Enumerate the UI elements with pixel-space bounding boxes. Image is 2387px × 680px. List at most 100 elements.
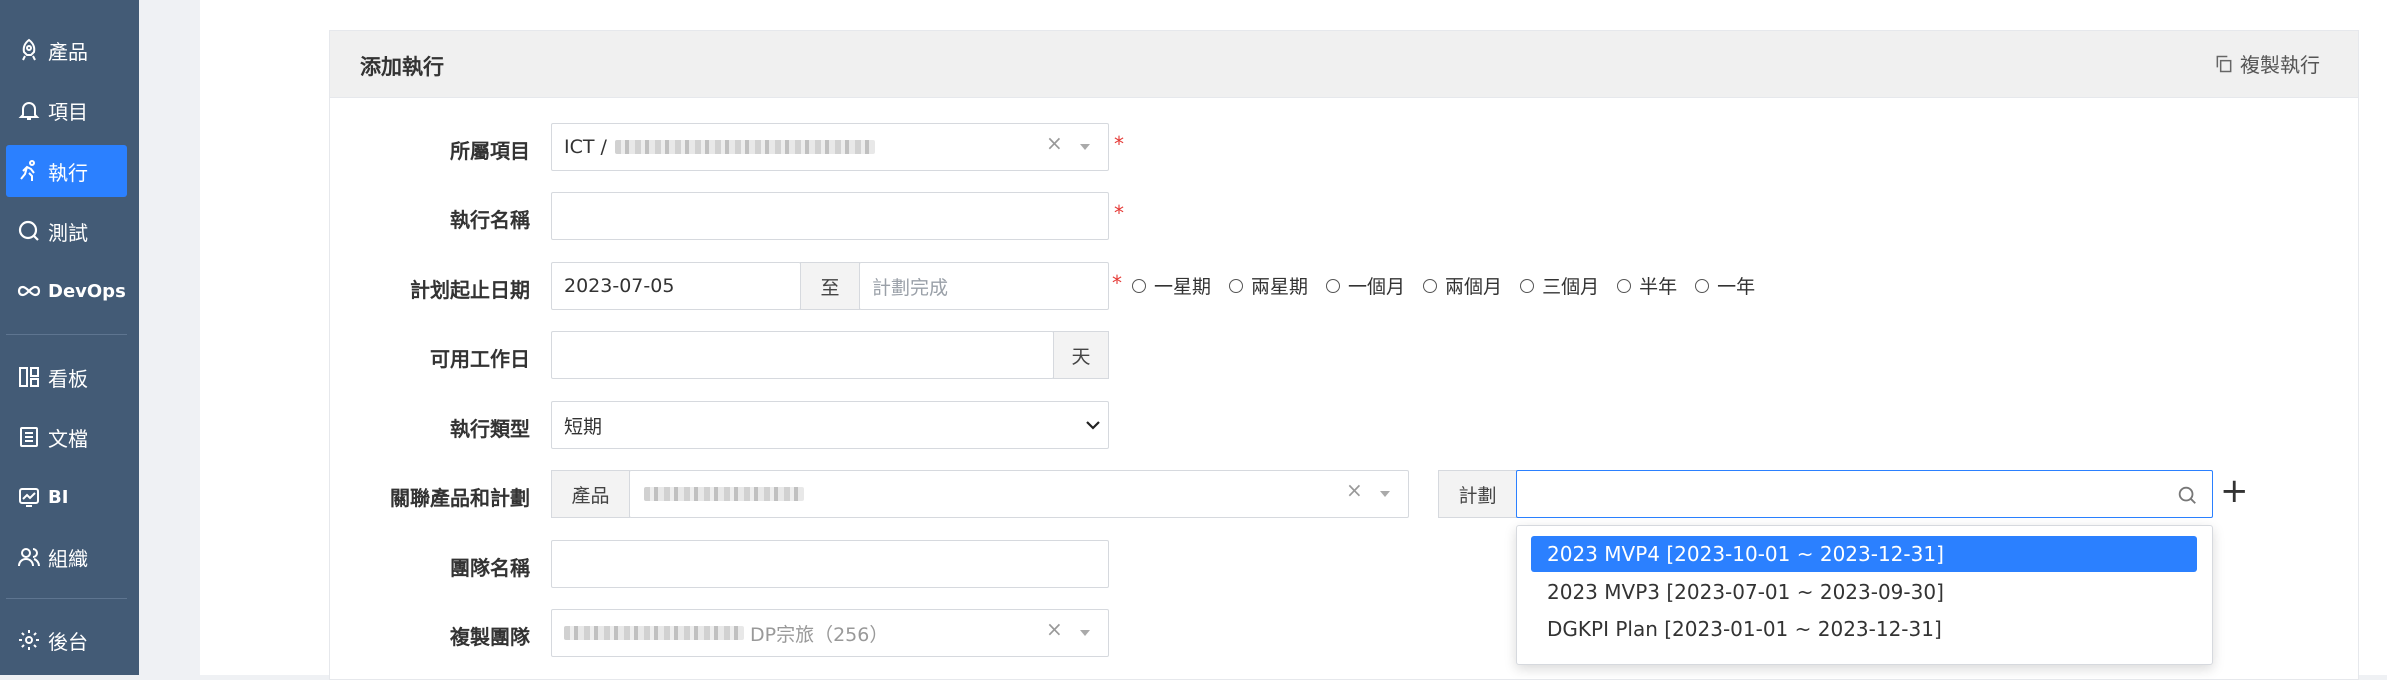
duration-label: 兩個月 — [1445, 276, 1503, 298]
copy-icon — [2216, 55, 2232, 72]
runner-icon — [16, 158, 42, 184]
days-unit-addon: 天 — [1053, 331, 1109, 379]
copy-execution-link[interactable]: 複製執行 — [2214, 49, 2320, 78]
required-marker: * — [1114, 132, 1124, 156]
panel-header: 添加執行 複製執行 — [330, 31, 2358, 98]
available-workdays-label: 可用工作日 — [430, 347, 530, 371]
redacted-text — [614, 140, 875, 154]
begin-date-input[interactable]: 2023-07-05 — [551, 262, 801, 310]
radio-circle — [1423, 278, 1438, 293]
plan-option[interactable]: 2023 MVP4 [2023-10-01 ~ 2023-12-31] — [1531, 536, 2197, 572]
sidebar-item-bi[interactable]: BI — [6, 471, 127, 523]
radio-circle — [1132, 278, 1146, 293]
sidebar-item-admin[interactable]: 後台 — [6, 614, 127, 666]
duration-three-months[interactable]: 三個月 — [1520, 272, 1599, 299]
copy-team-select[interactable]: DP宗旅（256） — [551, 609, 1109, 657]
end-date-input[interactable]: 計劃完成 — [859, 262, 1109, 310]
plan-dropdown: 2023 MVP4 [2023-10-01 ~ 2023-12-31] 2023… — [1516, 525, 2213, 665]
duration-half-year[interactable]: 半年 — [1617, 272, 1677, 299]
execution-name-input[interactable] — [551, 192, 1109, 240]
plan-addon: 計劃 — [1438, 470, 1517, 518]
execution-type-value: 短期 — [564, 415, 603, 438]
sidebar-item-org[interactable]: 組織 — [6, 531, 127, 583]
execution-type-label: 執行類型 — [450, 417, 530, 441]
bell-icon — [16, 97, 42, 123]
project-label: 所屬項目 — [450, 139, 530, 163]
clear-copy-team-icon[interactable]: × — [1046, 617, 1063, 641]
execution-name-label: 執行名稱 — [450, 208, 530, 232]
required-marker: * — [1114, 201, 1124, 225]
radio-circle — [1617, 278, 1632, 293]
clear-product-icon[interactable]: × — [1346, 478, 1363, 502]
redacted-text — [564, 626, 744, 640]
project-select[interactable]: ICT / — [551, 123, 1109, 171]
clear-project-icon[interactable]: × — [1046, 131, 1063, 155]
sidebar-item-label: DevOps — [48, 280, 126, 302]
linked-products-plans-label: 關聯產品和計劃 — [390, 486, 530, 510]
end-date-placeholder: 計劃完成 — [872, 276, 949, 299]
add-plan-button[interactable]: + — [2220, 474, 2249, 508]
radio-circle — [1326, 278, 1341, 293]
radio-circle — [1520, 278, 1535, 293]
sidebar-item-label: 測試 — [48, 220, 88, 245]
duration-radio-group: 一星期 兩星期 一個月 兩個月 三個月 半年 一年 — [1132, 272, 1773, 299]
sidebar-item-label: 看板 — [48, 366, 88, 391]
team-name-input[interactable] — [551, 540, 1109, 588]
execution-type-select[interactable]: 短期 — [551, 401, 1109, 449]
magnifier-icon — [16, 218, 42, 244]
duration-label: 一個月 — [1348, 276, 1406, 298]
duration-one-month[interactable]: 一個月 — [1326, 272, 1405, 299]
users-icon — [16, 544, 42, 570]
sidebar-item-label: 執行 — [48, 160, 88, 185]
copy-execution-label: 複製執行 — [2240, 53, 2320, 77]
plan-search-input[interactable] — [1516, 470, 2213, 518]
sidebar-item-test[interactable]: 測試 — [6, 205, 127, 257]
sidebar-item-label: BI — [48, 486, 69, 508]
sidebar-item-label: 項目 — [48, 99, 88, 124]
sidebar-item-docs[interactable]: 文檔 — [6, 411, 127, 463]
duration-label: 半年 — [1639, 276, 1678, 298]
duration-label: 一年 — [1717, 276, 1756, 298]
chevron-down-icon — [1080, 144, 1090, 150]
search-icon — [2178, 486, 2196, 504]
product-select[interactable] — [629, 470, 1409, 518]
planned-dates-label: 計划起止日期 — [410, 278, 530, 302]
sidebar-divider — [6, 334, 127, 335]
sidebar-item-label: 文檔 — [48, 426, 88, 451]
team-name-label: 團隊名稱 — [450, 556, 530, 580]
duration-two-weeks[interactable]: 兩星期 — [1229, 272, 1308, 299]
project-select-value: ICT / — [564, 136, 607, 158]
product-addon: 產品 — [551, 470, 630, 518]
duration-two-months[interactable]: 兩個月 — [1423, 272, 1502, 299]
sidebar-divider — [6, 598, 127, 599]
plan-option[interactable]: DGKPI Plan [2023-01-01 ~ 2023-12-31] — [1531, 611, 2197, 647]
sidebar-item-product[interactable]: 產品 — [6, 24, 127, 76]
sidebar-item-top-partial[interactable] — [6, 0, 127, 26]
radio-circle — [1229, 278, 1244, 293]
sidebar-item-kanban[interactable]: 看板 — [6, 351, 127, 403]
begin-date-value: 2023-07-05 — [564, 275, 675, 297]
plan-option[interactable]: 2023 MVP3 [2023-07-01 ~ 2023-09-30] — [1531, 574, 2197, 610]
page-title: 添加執行 — [360, 55, 444, 79]
chevron-down-icon — [1380, 491, 1390, 497]
rocket-icon — [16, 37, 42, 63]
sidebar-item-project[interactable]: 項目 — [6, 84, 127, 136]
infinity-icon — [16, 278, 42, 304]
sidebar-item-label: 產品 — [48, 39, 88, 64]
redacted-text — [644, 487, 804, 501]
sidebar-item-label: 後台 — [48, 629, 88, 654]
chevron-down-icon — [1086, 421, 1100, 430]
sidebar-item-execution[interactable]: 執行 — [6, 145, 127, 197]
duration-label: 三個月 — [1542, 276, 1600, 298]
monitor-chart-icon — [16, 484, 42, 510]
duration-one-week[interactable]: 一星期 — [1132, 272, 1211, 299]
required-marker: * — [1112, 271, 1122, 295]
copy-team-label: 複製團隊 — [450, 625, 530, 649]
sidebar-item-label: 組織 — [48, 546, 88, 571]
sidebar-item-devops[interactable]: DevOps — [6, 265, 127, 317]
available-workdays-input[interactable] — [551, 331, 1054, 379]
duration-one-year[interactable]: 一年 — [1695, 272, 1755, 299]
chevron-down-icon — [1080, 630, 1090, 636]
date-range-separator: 至 — [800, 262, 860, 310]
kanban-icon — [16, 364, 42, 390]
